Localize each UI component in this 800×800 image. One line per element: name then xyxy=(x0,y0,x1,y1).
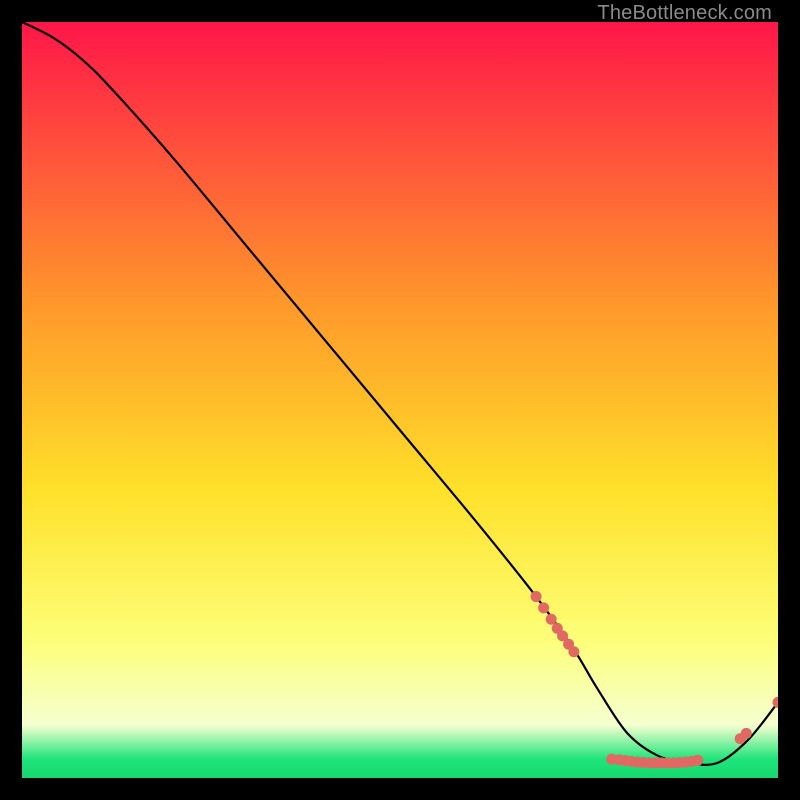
bottleneck-chart xyxy=(22,22,778,778)
data-dot xyxy=(531,591,542,602)
data-dot xyxy=(546,614,557,625)
gradient-background xyxy=(22,22,778,778)
data-dot xyxy=(538,602,549,613)
data-dot xyxy=(692,755,703,766)
data-dot xyxy=(741,728,752,739)
data-dot xyxy=(568,646,579,657)
